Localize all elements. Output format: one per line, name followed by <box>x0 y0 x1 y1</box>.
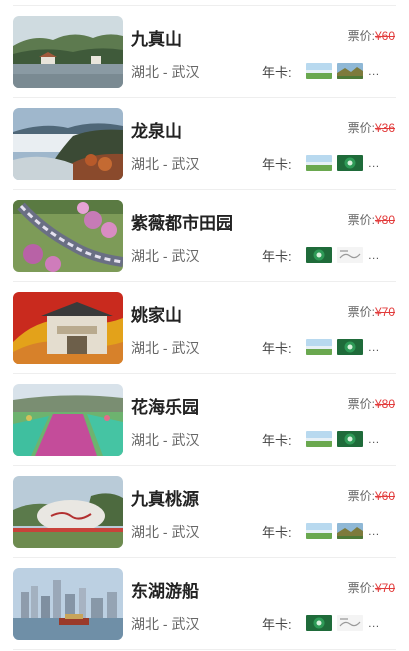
annual-card-label: 年卡: <box>262 432 292 448</box>
annual-card-icon <box>305 63 332 79</box>
spot-location: 湖北 - 武汉 <box>131 156 200 172</box>
ticket-price: 票价:¥80 <box>348 395 395 412</box>
spot-location: 湖北 - 武汉 <box>131 616 200 632</box>
price-value: ¥80 <box>374 397 395 411</box>
annual-cards: 年卡: … <box>262 338 381 356</box>
spot-thumbnail[interactable] <box>13 476 123 548</box>
list-item[interactable]: 东湖游船湖北 - 武汉 票价:¥70 年卡: … <box>0 558 409 650</box>
list-item[interactable]: 九真山湖北 - 武汉 票价:¥60 年卡: … <box>0 6 409 98</box>
price-label: 票价: <box>347 305 375 319</box>
spot-thumbnail[interactable] <box>13 200 123 272</box>
list-item[interactable]: 紫薇都市田园 湖北 - 武汉 票价:¥80 年卡: … <box>0 190 409 282</box>
more-icon[interactable]: … <box>368 156 381 170</box>
annual-card-icon <box>305 247 332 263</box>
spot-location: 湖北 - 武汉 <box>131 340 200 356</box>
spot-name: 姚家山 <box>131 306 182 325</box>
more-icon[interactable]: … <box>368 64 381 78</box>
spot-name: 花海乐园 <box>131 398 199 417</box>
spot-thumbnail[interactable] <box>13 292 123 364</box>
more-icon[interactable]: … <box>368 616 381 630</box>
annual-card-icon <box>336 431 363 447</box>
annual-card-label: 年卡: <box>262 616 292 632</box>
spot-thumbnail[interactable] <box>13 108 123 180</box>
more-icon[interactable]: … <box>368 248 381 262</box>
annual-card-label: 年卡: <box>262 64 292 80</box>
ticket-price: 票价:¥60 <box>348 27 395 44</box>
price-label: 票价: <box>347 121 375 135</box>
spot-name: 九真山 <box>131 30 182 49</box>
annual-card-icon <box>305 339 332 355</box>
price-value: ¥36 <box>374 121 395 135</box>
price-label: 票价: <box>347 397 375 411</box>
price-value: ¥70 <box>374 305 395 319</box>
price-label: 票价: <box>347 213 375 227</box>
ticket-price: 票价:¥70 <box>348 303 395 320</box>
annual-card-icon <box>305 523 332 539</box>
annual-cards: 年卡: … <box>262 614 381 632</box>
price-value: ¥60 <box>374 489 395 503</box>
annual-card-label: 年卡: <box>262 524 292 540</box>
spot-location: 湖北 - 武汉 <box>131 432 200 448</box>
annual-cards: 年卡: … <box>262 62 381 80</box>
spot-thumbnail[interactable] <box>13 384 123 456</box>
spot-name: 东湖游船 <box>131 582 199 601</box>
spot-thumbnail[interactable] <box>13 568 123 640</box>
price-value: ¥70 <box>374 581 395 595</box>
ticket-price: 票价:¥60 <box>348 487 395 504</box>
more-icon[interactable]: … <box>368 432 381 446</box>
divider <box>13 649 396 650</box>
spot-name: 紫薇都市田园 <box>131 214 233 233</box>
annual-card-icon <box>305 155 332 171</box>
annual-card-icon <box>336 155 363 171</box>
price-label: 票价: <box>347 489 375 503</box>
list-item[interactable]: 九真桃源湖北 - 武汉 票价:¥60 年卡: … <box>0 466 409 558</box>
spot-location: 湖北 - 武汉 <box>131 248 200 264</box>
annual-card-icon <box>305 431 332 447</box>
annual-cards: 年卡: … <box>262 246 381 264</box>
annual-cards: 年卡: … <box>262 154 381 172</box>
list-item[interactable]: 龙泉山湖北 - 武汉 票价:¥36 年卡: … <box>0 98 409 190</box>
annual-card-icon <box>336 247 363 263</box>
annual-card-icon <box>305 615 332 631</box>
annual-cards: 年卡: … <box>262 430 381 448</box>
list-item[interactable]: 花海乐园湖北 - 武汉 票价:¥80 年卡: … <box>0 374 409 466</box>
annual-card-label: 年卡: <box>262 156 292 172</box>
annual-card-label: 年卡: <box>262 248 292 264</box>
annual-cards: 年卡: … <box>262 522 381 540</box>
spot-name: 九真桃源 <box>131 490 199 509</box>
price-label: 票价: <box>347 29 375 43</box>
ticket-price: 票价:¥70 <box>348 579 395 596</box>
spot-thumbnail[interactable] <box>13 16 123 88</box>
more-icon[interactable]: … <box>368 524 381 538</box>
annual-card-icon <box>336 63 363 79</box>
annual-card-icon <box>336 339 363 355</box>
annual-card-icon <box>336 615 363 631</box>
annual-card-label: 年卡: <box>262 340 292 356</box>
more-icon[interactable]: … <box>368 340 381 354</box>
ticket-price: 票价:¥36 <box>348 119 395 136</box>
ticket-price: 票价:¥80 <box>348 211 395 228</box>
spot-location: 湖北 - 武汉 <box>131 64 200 80</box>
spot-name: 龙泉山 <box>131 122 182 141</box>
price-label: 票价: <box>347 581 375 595</box>
spot-location: 湖北 - 武汉 <box>131 524 200 540</box>
price-value: ¥80 <box>374 213 395 227</box>
price-value: ¥60 <box>374 29 395 43</box>
list-item[interactable]: 姚家山湖北 - 武汉 票价:¥70 年卡: … <box>0 282 409 374</box>
annual-card-icon <box>336 523 363 539</box>
